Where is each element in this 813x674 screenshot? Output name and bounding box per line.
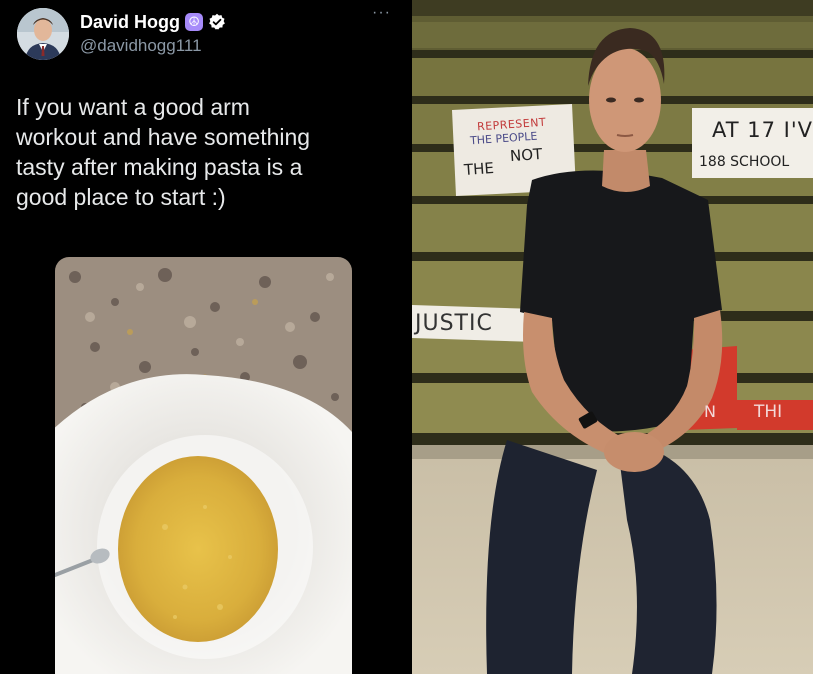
more-icon[interactable]: ··· (372, 5, 391, 21)
name-row: David Hogg ☮ (80, 11, 226, 33)
sign-text: At 17 I'v (712, 118, 813, 142)
sign-text: 188 School (699, 154, 790, 170)
sign-text: Thi (754, 402, 783, 422)
sign-text: Justic (415, 311, 493, 336)
sign-text: Not (509, 144, 543, 166)
portrait-photo: Represent The People Not The At 17 I'v 1… (412, 0, 813, 674)
tweet-text: If you want a good arm workout and have … (16, 94, 311, 210)
verified-icon (208, 13, 226, 31)
peace-icon: ☮ (185, 13, 204, 31)
handle[interactable]: @davidhogg111 (80, 36, 202, 56)
sign-text: N (704, 402, 716, 421)
display-name[interactable]: David Hogg (80, 12, 180, 33)
avatar[interactable] (17, 8, 69, 60)
sign-text: The (463, 158, 495, 180)
tweet-media-image[interactable] (55, 257, 352, 674)
tweet-card: David Hogg ☮ @davidhogg111 ··· If you wa… (0, 0, 411, 674)
